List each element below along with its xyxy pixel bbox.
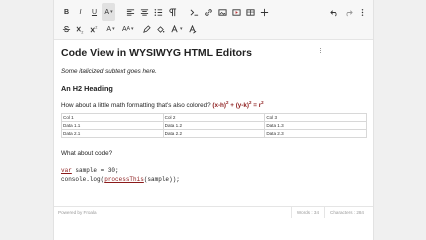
code-function: processThis bbox=[104, 176, 144, 183]
math-formula: (x-h)2 + (y-k)2 = r2 bbox=[212, 100, 264, 109]
plus-icon bbox=[260, 8, 269, 16]
chevron-down-icon: ▾ bbox=[131, 26, 134, 32]
insert-more-button[interactable] bbox=[258, 3, 271, 21]
background-color-button[interactable] bbox=[154, 20, 167, 38]
align-left-button[interactable] bbox=[124, 3, 137, 21]
paragraph-icon bbox=[169, 7, 177, 16]
table-row: Col 1 Col 2 Col 3 bbox=[61, 113, 367, 122]
link-icon bbox=[205, 8, 212, 16]
bold-label: B bbox=[63, 8, 70, 16]
font-family-button[interactable]: A ▾ bbox=[104, 20, 117, 38]
table-cell[interactable]: Col 2 bbox=[162, 113, 266, 122]
table-cell[interactable]: Data 2.2 bbox=[162, 129, 266, 138]
text-color-icon bbox=[171, 24, 178, 32]
powered-by-link[interactable]: Powered by Froala bbox=[58, 210, 291, 215]
video-icon bbox=[232, 8, 241, 16]
svg-text:2: 2 bbox=[95, 25, 97, 29]
table-cell[interactable]: Data 1.3 bbox=[264, 121, 367, 130]
h2-heading: An H2 Heading bbox=[61, 84, 113, 93]
align-left-icon bbox=[126, 8, 135, 16]
table-row: Data 1.1 Data 1.2 Data 1.3 bbox=[61, 121, 367, 130]
table-cell[interactable]: Data 1.2 bbox=[162, 121, 266, 130]
math-exp-3: 2 bbox=[261, 100, 264, 105]
bold-button[interactable]: B bbox=[60, 3, 73, 21]
table-cell[interactable]: Col 1 bbox=[61, 113, 164, 122]
paint-bucket-icon bbox=[157, 25, 165, 33]
more-vertical-icon bbox=[361, 8, 364, 16]
redo-button[interactable] bbox=[342, 3, 355, 21]
chevron-down-icon: ▾ bbox=[110, 9, 113, 15]
text-color-label: A bbox=[104, 8, 110, 16]
math-term-2: (y-k) bbox=[235, 102, 249, 109]
math-question: How about a little math formatting that'… bbox=[61, 102, 211, 109]
underline-label: U bbox=[91, 8, 98, 16]
table-icon bbox=[246, 8, 255, 16]
font-size-small-glyph: A bbox=[126, 26, 131, 32]
italic-button[interactable]: I bbox=[74, 3, 87, 21]
chevron-down-icon: ▾ bbox=[180, 26, 183, 32]
quick-insert-handle[interactable] bbox=[318, 48, 322, 53]
character-count: Characters : 284 bbox=[324, 206, 369, 218]
font-size-button[interactable]: A A ▾ bbox=[120, 20, 136, 38]
subtitle: Some italicized subtext goes here. bbox=[61, 68, 157, 75]
highlight-button[interactable] bbox=[140, 20, 153, 38]
subscript-icon: 2 bbox=[76, 26, 83, 34]
word-count: Words : 34 bbox=[290, 206, 324, 218]
code-line-2-post: (sample)); bbox=[143, 176, 180, 183]
table-cell[interactable]: Data 1.1 bbox=[61, 121, 164, 130]
insert-table-button[interactable] bbox=[244, 3, 257, 21]
paragraph-button[interactable] bbox=[166, 3, 179, 21]
page-title: Code View in WYSIWYG HTML Editors bbox=[61, 47, 252, 59]
text-color-button[interactable]: A ▾ bbox=[102, 3, 115, 21]
table-row: Data 2.1 Data 2.2 Data 2.3 bbox=[61, 129, 367, 138]
align-center-button[interactable] bbox=[138, 3, 151, 21]
math-paragraph: How about a little math formatting that'… bbox=[61, 100, 264, 109]
text-color-2-button[interactable]: ▾ bbox=[168, 20, 185, 38]
toolbar-row-2: 2 2 A ▾ A A ▾ ▾ bbox=[58, 20, 369, 38]
clear-formatting-button[interactable] bbox=[186, 20, 199, 38]
math-equals: = r bbox=[251, 102, 262, 109]
table-cell[interactable]: Data 2.1 bbox=[61, 129, 164, 138]
code-question: What about code? bbox=[61, 150, 113, 157]
insert-video-button[interactable] bbox=[230, 3, 243, 21]
italic-label: I bbox=[79, 8, 82, 16]
underline-button[interactable]: U bbox=[88, 3, 101, 21]
math-icon bbox=[190, 8, 199, 16]
subscript-button[interactable]: 2 bbox=[74, 20, 87, 38]
align-center-icon bbox=[140, 8, 149, 16]
code-block[interactable]: var sample = 30; console.log(processThis… bbox=[61, 166, 180, 184]
code-keyword: var bbox=[61, 167, 72, 174]
more-options-button[interactable] bbox=[356, 3, 369, 21]
table-cell[interactable]: Col 3 bbox=[264, 113, 367, 122]
table-cell[interactable]: Data 2.3 bbox=[264, 129, 367, 138]
insert-link-button[interactable] bbox=[202, 3, 215, 21]
undo-button[interactable] bbox=[328, 3, 341, 21]
toolbar-row-1: B I U A ▾ bbox=[58, 3, 369, 21]
math-term-1: (x-h) bbox=[212, 102, 226, 109]
clear-formatting-icon bbox=[189, 24, 197, 33]
ordered-list-icon bbox=[154, 8, 163, 16]
math-button[interactable] bbox=[188, 3, 201, 21]
wysiwyg-editor: B I U A ▾ 2 2 A ▾ A A ▾ ▾ Code View in W… bbox=[53, 0, 374, 240]
status-bar: Powered by Froala Words : 34 Characters … bbox=[54, 206, 373, 218]
data-table: Col 1 Col 2 Col 3 Data 1.1 Data 1.2 Data… bbox=[61, 113, 367, 138]
highlighter-icon bbox=[143, 24, 151, 33]
undo-icon bbox=[330, 9, 337, 16]
code-line-2-pre: console.log( bbox=[61, 176, 105, 183]
chevron-down-icon: ▾ bbox=[112, 26, 115, 32]
code-line-1-rest: sample = 30; bbox=[71, 167, 119, 174]
superscript-icon: 2 bbox=[90, 25, 97, 32]
insert-image-button[interactable] bbox=[216, 3, 229, 21]
strikethrough-button[interactable] bbox=[60, 20, 73, 38]
strikethrough-icon bbox=[62, 25, 71, 32]
ordered-list-button[interactable] bbox=[152, 3, 165, 21]
font-family-label: A bbox=[106, 25, 112, 33]
math-plus: + bbox=[228, 102, 236, 109]
redo-icon bbox=[346, 9, 353, 16]
image-icon bbox=[218, 8, 227, 16]
svg-text:2: 2 bbox=[81, 30, 83, 33]
superscript-button[interactable]: 2 bbox=[88, 20, 101, 38]
editor-toolbar: B I U A ▾ 2 2 A ▾ A A ▾ ▾ bbox=[54, 0, 373, 53]
